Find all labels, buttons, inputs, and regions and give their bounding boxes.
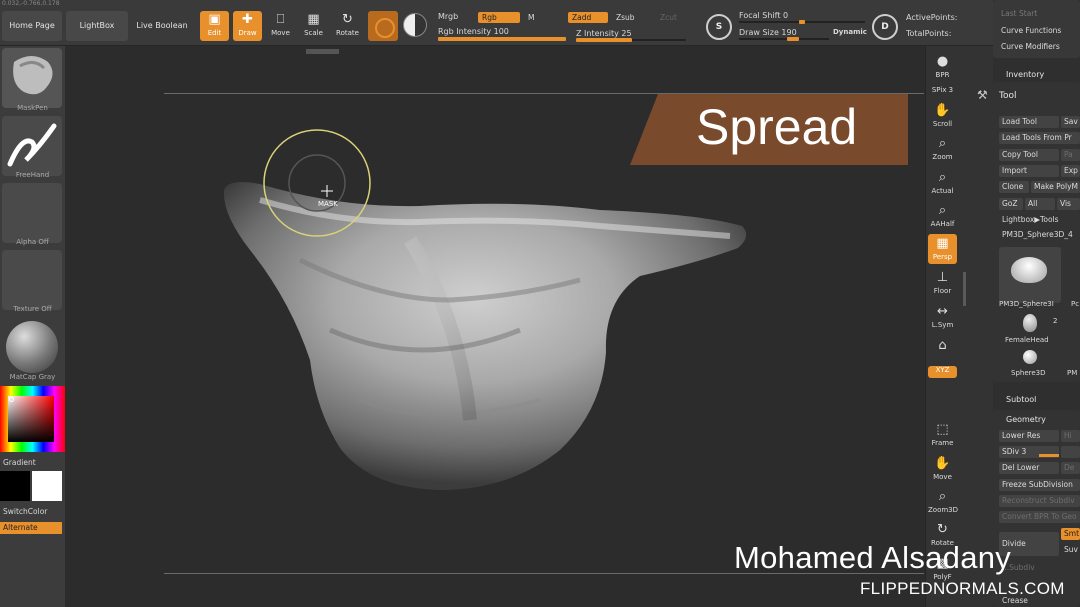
reconstruct-subdiv-button[interactable]: Reconstruct Subdiv [999, 495, 1080, 507]
shelf-button-label: Persp [932, 253, 953, 261]
shelf-button-label: SPix 3 [931, 86, 954, 94]
last-start-item[interactable]: Last Start [1001, 9, 1037, 18]
cursor-mode-label: MASK [318, 200, 338, 208]
shelf-actual-button[interactable]: ⌕ Actual [928, 168, 957, 198]
convert-bpr-button[interactable]: Convert BPR To Geo [999, 511, 1080, 523]
make-polymesh-button[interactable]: Make PolyM [1031, 181, 1080, 193]
sphere3d-label[interactable]: Sphere3D [1011, 369, 1046, 377]
shelf-button-label: Actual [931, 187, 954, 195]
shelf-persp-button[interactable]: ▦ Persp [928, 234, 957, 264]
shelf-button-label: Floor [933, 287, 952, 295]
del-lower-button[interactable]: Del Lower [999, 462, 1059, 474]
author-watermark: Mohamed Alsadany [734, 540, 1012, 575]
load-tools-from-project-button[interactable]: Load Tools From Pr [999, 132, 1080, 144]
sphere3d-icon[interactable] [1023, 350, 1037, 364]
shelf-bpr-button[interactable]: ● BPR [928, 52, 957, 82]
current-tool-name[interactable]: PM3D_Sphere3D_4 [999, 229, 1080, 241]
goz-all-button[interactable]: All [1025, 198, 1055, 210]
brush-cursor [263, 129, 371, 237]
shelf-lock-button[interactable]: ⌂ [928, 336, 957, 366]
tool-thumb-label-b: Pc [1071, 300, 1080, 308]
shelf-zoom3d-button[interactable]: ⌕ Zoom3D [928, 487, 959, 517]
clone-button[interactable]: Clone [999, 181, 1029, 193]
shelf-button-label: AAHalf [930, 220, 955, 228]
tool-thumb-label: PM3D_Sphere3I [999, 300, 1054, 308]
shelf-l-sym-button[interactable]: ↔ L.Sym [928, 302, 957, 332]
female-head-count: 2 [1053, 317, 1058, 325]
shelf-floor-button[interactable]: ⊥ Floor [928, 268, 957, 298]
sdiv-slider[interactable]: SDiv 3 [999, 446, 1059, 458]
bpr-icon: ● [936, 54, 949, 69]
pm-label[interactable]: PM [1067, 369, 1077, 377]
female-head-label[interactable]: FemaleHead [1005, 336, 1049, 344]
shelf-button-label: Frame [931, 439, 954, 447]
site-watermark: FLIPPEDNORMALS.COM [860, 579, 1065, 598]
curve-functions-item[interactable]: Curve Functions [1001, 26, 1061, 35]
lower-res-button[interactable]: Lower Res [999, 430, 1059, 442]
shelf-button-label: XYZ [935, 366, 950, 374]
inventory-header[interactable]: Inventory [1006, 70, 1044, 79]
reconstruct-subdiv-2[interactable]: ...Subdiv [999, 562, 1080, 574]
higher-res-button[interactable]: Hi [1061, 430, 1080, 442]
smt-toggle[interactable]: Smt [1061, 528, 1080, 540]
shelf-frame-button[interactable]: ⬚ Frame [928, 420, 957, 450]
lsym-icon: ↔ [937, 304, 948, 319]
title-banner-text: Spread [696, 99, 858, 155]
shelf-button-label: Zoom [932, 153, 953, 161]
paste-tool-button[interactable]: Pa [1061, 149, 1080, 161]
goz-visible-button[interactable]: Vis [1057, 198, 1080, 210]
goz-button[interactable]: GoZ [999, 198, 1023, 210]
shelf-scroll-button[interactable]: ✋ Scroll [928, 101, 957, 131]
shelf-spix-3-button[interactable]: SPix 3 [928, 86, 957, 98]
persp-icon: ▦ [936, 236, 949, 251]
shelf-aahalf-button[interactable]: ⌕ AAHalf [928, 201, 957, 231]
curve-modifiers-item[interactable]: Curve Modifiers [1001, 42, 1060, 51]
hammer-icon: ⚒ [977, 88, 988, 102]
zoom3d-icon: ⌕ [938, 489, 947, 504]
shelf-xyz-button[interactable]: XYZ [928, 366, 957, 378]
del-higher-button[interactable]: De [1061, 462, 1080, 474]
female-head-icon[interactable] [1023, 314, 1037, 332]
frame-icon: ⬚ [936, 422, 949, 437]
save-as-button[interactable]: Sav [1061, 116, 1080, 128]
shelf-button-label: L.Sym [931, 321, 954, 329]
copy-tool-button[interactable]: Copy Tool [999, 149, 1059, 161]
lock-icon: ⌂ [938, 338, 947, 353]
rotate-icon: ↻ [937, 522, 948, 537]
shelf-button-label: Scroll [932, 120, 953, 128]
scroll-icon: ✋ [934, 103, 951, 118]
export-button[interactable]: Exp [1061, 165, 1080, 177]
suv-toggle[interactable]: Suv [1061, 544, 1080, 556]
floor-icon: ⊥ [936, 270, 949, 285]
lightbox-tools-button[interactable]: Lightbox▶Tools [999, 214, 1080, 226]
shelf-zoom-button[interactable]: ⌕ Zoom [928, 134, 957, 164]
shelf-button-label: Move [933, 473, 952, 481]
current-tool-thumbnail[interactable] [999, 247, 1061, 303]
stroke-curve-box: Last Start Curve Functions Curve Modifie… [993, 0, 1080, 58]
freeze-subdivision-button[interactable]: Freeze SubDivision [999, 479, 1080, 491]
zoom-icon: ⌕ [938, 136, 947, 151]
actual-icon: ⌕ [938, 170, 947, 185]
tool-header[interactable]: Tool [999, 91, 1016, 101]
sculpt-model[interactable] [0, 0, 1080, 607]
import-button[interactable]: Import [999, 165, 1059, 177]
subtool-header[interactable]: Subtool [1006, 395, 1036, 404]
move-icon: ✋ [934, 456, 951, 471]
geometry-header[interactable]: Geometry [1006, 415, 1046, 424]
shelf-button-label: BPR [935, 71, 950, 79]
shelf-scrollbar[interactable] [963, 272, 966, 306]
aahalf-icon: ⌕ [938, 203, 947, 218]
right-tray: Last Start Curve Functions Curve Modifie… [977, 0, 1080, 607]
shelf-button-label: Zoom3D [928, 506, 959, 514]
shelf-move-button[interactable]: ✋ Move [928, 454, 957, 484]
sdiv-extra[interactable] [1061, 446, 1080, 458]
geometry-palette: Geometry Lower Res Hi SDiv 3 Del Lower D… [993, 410, 1080, 607]
load-tool-button[interactable]: Load Tool [999, 116, 1059, 128]
